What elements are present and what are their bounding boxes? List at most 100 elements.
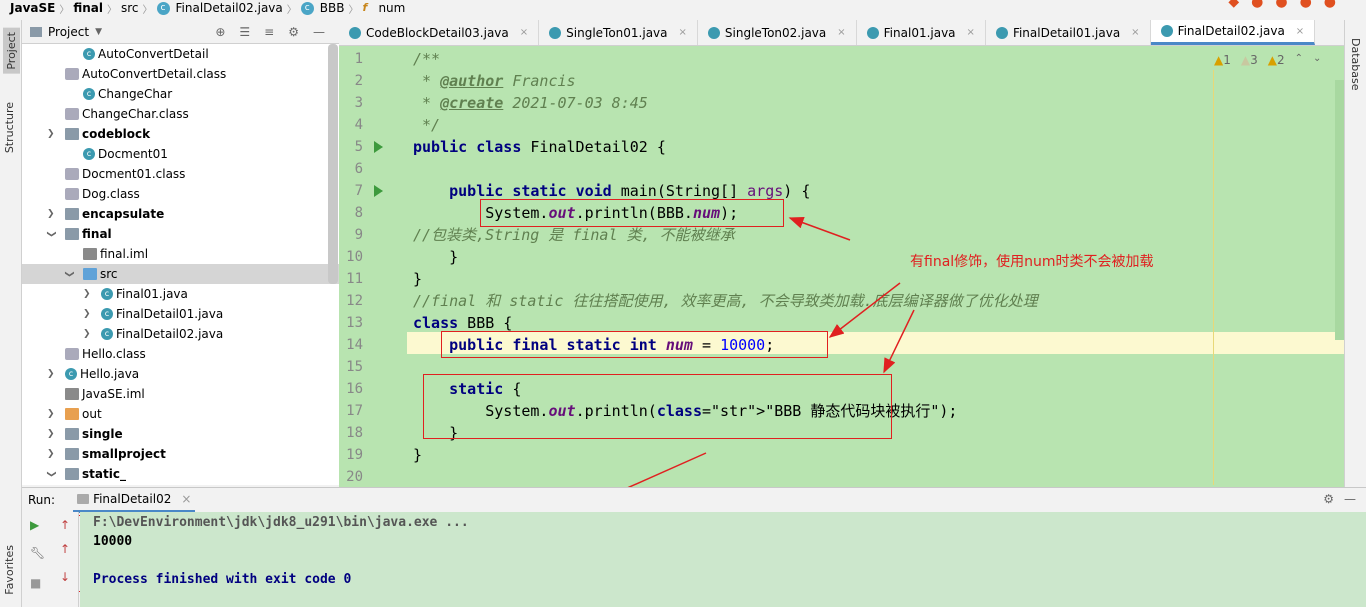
chevron-right-icon[interactable]: ❯ — [47, 204, 55, 224]
tree-item[interactable]: Dog.class — [22, 184, 339, 204]
plugin-icon[interactable]: ● — [1251, 0, 1263, 10]
structure-toolwindow-button[interactable]: Structure — [3, 102, 16, 153]
tree-item[interactable]: ❯ c FinalDetail01.java — [22, 304, 339, 324]
java-class-icon — [549, 26, 562, 39]
chevron-right-icon[interactable]: ❯ — [83, 284, 91, 304]
run-tab[interactable]: FinalDetail02 × — [73, 488, 196, 513]
close-icon[interactable]: × — [181, 492, 191, 506]
console-output[interactable]: F:\DevEnvironment\jdk\jdk8_u291\bin\java… — [80, 512, 1366, 607]
tree-item[interactable]: ❯ src — [22, 264, 339, 284]
favorites-toolwindow-button[interactable]: Favorites — [3, 545, 16, 595]
breadcrumb-file[interactable]: FinalDetail02.java — [176, 1, 283, 15]
tree-item-label: Dog.class — [82, 187, 140, 201]
tree-item[interactable]: ❯ out — [22, 404, 339, 424]
editor-tab[interactable]: CodeBlockDetail03.java × — [339, 20, 540, 45]
down-arrow-icon[interactable]: ↓ — [60, 570, 70, 584]
editor-tab[interactable]: FinalDetail01.java × — [986, 20, 1151, 45]
database-toolwindow-button[interactable]: Database — [1349, 38, 1362, 91]
tree-item[interactable]: ❯ final — [22, 224, 339, 244]
editor-tab[interactable]: SingleTon01.java × — [539, 20, 698, 45]
tree-item[interactable]: final.iml — [22, 244, 339, 264]
chevron-right-icon[interactable]: ❯ — [47, 364, 55, 384]
up-arrow-icon[interactable]: ↑ — [60, 542, 70, 556]
chevron-right-icon[interactable]: ❯ — [83, 324, 91, 344]
breadcrumb-src[interactable]: src — [121, 1, 139, 15]
tree-item-label: final.iml — [100, 247, 149, 261]
tree-item[interactable]: c Docment01 — [22, 144, 339, 164]
close-icon[interactable]: × — [967, 27, 975, 38]
tree-item[interactable]: ❯ encapsulate — [22, 204, 339, 224]
tree-item-label: AutoConvertDetail — [98, 47, 209, 61]
close-icon[interactable]: × — [679, 27, 687, 38]
breadcrumb-project[interactable]: JavaSE — [10, 1, 55, 15]
breadcrumb-class[interactable]: BBB — [320, 1, 345, 15]
run-gutter-icon[interactable] — [374, 141, 383, 153]
editor-tab[interactable]: Final01.java × — [857, 20, 986, 45]
close-icon[interactable]: × — [520, 27, 528, 38]
line-number: 9 — [354, 227, 363, 243]
editor-scrollbar[interactable] — [1335, 80, 1344, 340]
tree-item[interactable]: ❯ c Hello.java — [22, 364, 339, 384]
chevron-up-icon[interactable]: ⌃ — [1295, 53, 1303, 67]
tree-item[interactable]: AutoConvertDetail.class — [22, 64, 339, 84]
project-view-selector[interactable]: Project — [48, 25, 89, 39]
project-scrollbar[interactable] — [328, 44, 338, 284]
plugin-icon[interactable]: ● — [1324, 0, 1336, 10]
gear-icon[interactable]: ⚙ — [288, 25, 299, 39]
class-file-icon — [65, 67, 79, 80]
chevron-right-icon[interactable]: ❯ — [83, 304, 91, 324]
chevron-right-icon[interactable]: ❯ — [47, 444, 55, 464]
tree-item[interactable]: c ChangeChar — [22, 84, 339, 104]
tree-item-label: codeblock — [82, 127, 151, 141]
project-toolwindow-button[interactable]: Project — [3, 28, 20, 74]
plugin-icon[interactable]: ◆ — [1228, 0, 1239, 10]
tree-item[interactable]: Docment01.class — [22, 164, 339, 184]
chevron-right-icon[interactable]: ❯ — [47, 404, 55, 424]
rerun-icon[interactable]: ▶ — [30, 518, 39, 532]
chevron-right-icon[interactable]: ❯ — [47, 124, 55, 144]
plugin-icon[interactable]: ● — [1300, 0, 1312, 10]
hide-icon[interactable]: — — [313, 25, 325, 39]
tree-item[interactable]: ❯ c FinalDetail02.java — [22, 324, 339, 344]
run-panel-tools: ⚙ — — [1323, 492, 1356, 506]
up-arrow-icon[interactable]: ↑ — [60, 518, 70, 532]
chevron-down-icon[interactable]: ❯ — [41, 230, 61, 238]
stop-icon[interactable]: ■ — [30, 576, 41, 590]
tree-item[interactable]: ❯ smallproject — [22, 444, 339, 464]
plugin-icon[interactable]: ● — [1275, 0, 1287, 10]
tree-item[interactable]: ❯ single — [22, 424, 339, 444]
tree-item[interactable]: ❯ codeblock — [22, 124, 339, 144]
chevron-down-icon[interactable]: ⌄ — [1313, 53, 1321, 67]
line-number: 13 — [346, 315, 363, 331]
tree-item[interactable]: c AutoConvertDetail — [22, 44, 339, 64]
close-icon[interactable]: × — [837, 27, 845, 38]
tree-item[interactable]: ChangeChar.class — [22, 104, 339, 124]
locate-icon[interactable]: ⊕ — [215, 25, 225, 39]
inspection-widget[interactable]: ▲1 ▲3 ▲2 ⌃ ⌄ — [1214, 53, 1321, 67]
chevron-down-icon[interactable]: ❯ — [59, 270, 79, 278]
tree-item[interactable]: ❯ static_ — [22, 464, 339, 484]
tree-item-label: JavaSE.iml — [82, 387, 145, 401]
code-editor[interactable]: /** * @author Francis * @create 2021-07-… — [407, 46, 1344, 487]
tree-item[interactable]: JavaSE.iml — [22, 384, 339, 404]
tree-item[interactable]: Hello.class — [22, 344, 339, 364]
editor-tabs: CodeBlockDetail03.java × SingleTon01.java ×… — [339, 20, 1344, 46]
expand-all-icon[interactable]: ☰ — [239, 25, 250, 39]
tree-item-label: Final01.java — [116, 287, 188, 301]
chevron-down-icon[interactable]: ❯ — [41, 470, 61, 478]
breadcrumb-field[interactable]: num — [378, 1, 405, 15]
chevron-right-icon[interactable]: ❯ — [47, 424, 55, 444]
chevron-down-icon[interactable]: ▼ — [95, 27, 102, 37]
collapse-all-icon[interactable]: ≡ — [264, 25, 274, 39]
tree-item[interactable]: ❯ c Final01.java — [22, 284, 339, 304]
gear-icon[interactable]: ⚙ — [1323, 492, 1334, 506]
class-file-icon — [65, 347, 79, 360]
close-icon[interactable]: × — [1131, 27, 1139, 38]
close-icon[interactable]: × — [1296, 26, 1304, 37]
editor-tab[interactable]: SingleTon02.java × — [698, 20, 857, 45]
editor-tab[interactable]: FinalDetail02.java × — [1150, 20, 1316, 45]
hide-icon[interactable]: — — [1344, 492, 1356, 506]
wrench-icon[interactable]: 🔧︎ — [30, 546, 45, 560]
breadcrumb-module[interactable]: final — [73, 1, 103, 15]
run-gutter-icon[interactable] — [374, 185, 383, 197]
